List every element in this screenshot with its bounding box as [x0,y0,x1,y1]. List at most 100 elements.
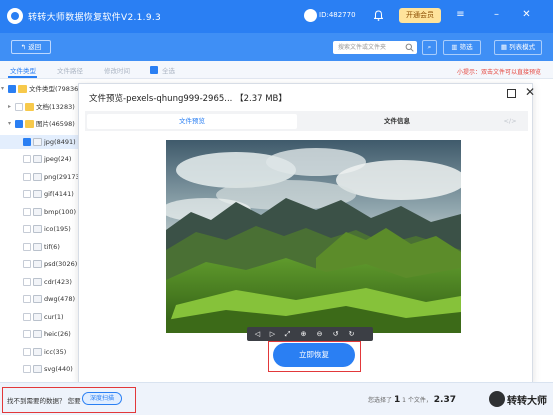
tree-item[interactable]: cur(1) [0,310,78,324]
maximize-icon[interactable] [507,89,516,98]
rotate-left-icon[interactable]: ↺ [331,329,340,339]
tree-item[interactable]: ico(195) [0,222,78,236]
tree-item[interactable]: jpeg(24) [0,152,78,166]
file-icon [33,260,42,268]
zoom-in-icon[interactable]: ⊕ [299,329,308,339]
search-input[interactable]: 搜索文件或文件夹 [333,41,417,54]
tree-item[interactable]: tif(6) [0,240,78,254]
tab-file-path[interactable]: 文件路径 [57,65,83,75]
tree-item-checkbox[interactable] [23,225,31,233]
back-button[interactable]: ↰ 返回 [11,40,51,54]
tree-item-label: heic(26) [44,330,71,338]
tip-text: 小提示：双击文件可以直接预览 [457,69,542,76]
title-bar: 转转大师数据恢复软件V2.1.9.3 ID:482770 开通会员 ≡ – ✕ [0,0,553,33]
user-avatar[interactable] [304,9,317,22]
select-all-checkbox[interactable] [150,66,158,74]
selected-count: 1 [393,395,401,405]
filter-icon: ▥ [451,43,460,51]
expand-down-icon[interactable]: ▾ [8,117,14,131]
tree-item[interactable]: psd(3026) [0,257,78,271]
vip-button[interactable]: 开通会员 [399,8,441,23]
dialog-title: 文件预览-pexels-qhung999-2965... 【2.37 MB】 [89,94,287,104]
tree-item-checkbox[interactable] [23,207,31,216]
file-icon [33,295,42,303]
tree-item-label: 文档(13283) [36,102,75,111]
recover-highlight-box [268,341,361,372]
folder-icon [25,120,34,128]
tree-item-label: bmp(100) [44,207,77,216]
tree-item-checkbox[interactable] [15,120,23,128]
tree-item[interactable]: cdr(423) [0,275,78,289]
dialog-close-icon[interactable]: ✕ [525,85,535,99]
tree-item[interactable]: jpg(8491) [0,134,78,149]
toolbar: ↰ 返回 搜索文件或文件夹 ⌕ ▥ 筛选 ▦ 列表模式 [0,33,553,61]
user-id[interactable]: ID:482770 [319,11,356,19]
menu-icon[interactable]: ≡ [454,8,467,22]
file-icon [33,242,42,251]
file-type-tree: ▾ 文件类型(79836) ▸ 文档(13283) ▾ 图片(46598) jpg(8491… [0,80,78,380]
tree-item[interactable]: ▾ 文件类型(79836) [0,82,78,96]
minimize-icon[interactable]: – [490,8,503,22]
search-placeholder: 搜索文件或文件夹 [338,44,387,51]
tab-modified-time[interactable]: 修改时间 [104,65,130,75]
tree-item[interactable]: svg(440) [0,362,78,376]
tree-item[interactable]: ▾ 图片(46598) [0,117,78,131]
tree-item-label: dwg(478) [44,295,76,303]
search-icon[interactable] [405,43,414,52]
grid-icon: ▦ [500,43,510,51]
tab-file-type[interactable]: 文件类型 [10,65,36,75]
image-search-icon: ⌕ [427,43,432,51]
deep-scan-button[interactable]: 深度扫描 [82,392,122,405]
tree-item[interactable]: bmp(100) [0,205,78,219]
tree-item-label: png(29173) [44,172,78,181]
close-icon[interactable]: ✕ [520,8,533,22]
tree-item-checkbox[interactable] [23,295,31,303]
next-icon[interactable]: ▷ [268,329,277,339]
fit-screen-icon[interactable]: ⤢ [283,329,292,339]
tree-item-checkbox[interactable] [23,172,31,181]
tree-item-label: svg(440) [44,365,73,373]
tree-item-checkbox[interactable] [23,190,31,198]
rotate-right-icon[interactable]: ↻ [347,329,356,339]
file-icon [33,137,42,146]
tab-file-preview[interactable]: 文件预览 [87,114,297,129]
tree-item-checkbox[interactable] [23,155,31,163]
tree-item-checkbox[interactable] [15,102,23,111]
bell-icon[interactable] [374,10,383,21]
zoom-out-icon[interactable]: ⊖ [315,329,324,339]
filter-button[interactable]: ▥ 筛选 [443,40,481,55]
tree-item-checkbox[interactable] [23,347,31,356]
expand-right-icon[interactable]: ▸ [8,100,14,114]
tree-item-checkbox[interactable] [23,330,31,338]
expand-down-icon[interactable]: ▾ [1,82,7,96]
folder-icon [18,85,27,93]
tree-item[interactable]: dwg(478) [0,292,78,306]
tree-item-checkbox[interactable] [23,365,31,373]
tree-item[interactable]: ▸ 文档(13283) [0,100,78,114]
selected-suffix: 1 个文件， [402,397,432,404]
view-mode-button[interactable]: ▦ 列表模式 [494,40,542,55]
tree-item-checkbox[interactable] [23,312,31,321]
tree-item[interactable]: gif(4141) [0,187,78,201]
tree-item-label: jpeg(24) [44,155,72,163]
tab-select-all[interactable]: 全选 [162,65,175,75]
tab-file-info[interactable]: 文件信息 [297,114,497,129]
tree-item[interactable]: icc(35) [0,345,78,359]
app-logo-icon [7,8,23,24]
prev-icon[interactable]: ◁ [253,329,262,339]
tree-item-checkbox[interactable] [23,242,31,251]
file-icon [33,155,42,163]
tree-item-label: icc(35) [44,347,67,356]
tree-item[interactable]: png(29173) [0,170,78,184]
file-preview-dialog: 文件预览-pexels-qhung999-2965... 【2.37 MB】 ✕… [78,83,535,383]
tree-item-checkbox[interactable] [23,260,31,268]
tab-code-view[interactable]: </> [495,114,525,129]
file-icon [33,190,42,198]
tree-item-checkbox[interactable] [8,85,16,93]
active-tab-underline [8,76,37,78]
image-search-button[interactable]: ⌕ [422,40,437,55]
tree-item-label: cur(1) [44,312,64,321]
tree-item-checkbox[interactable] [23,277,31,286]
tree-item-checkbox[interactable] [23,137,31,146]
tree-item[interactable]: heic(26) [0,327,78,341]
